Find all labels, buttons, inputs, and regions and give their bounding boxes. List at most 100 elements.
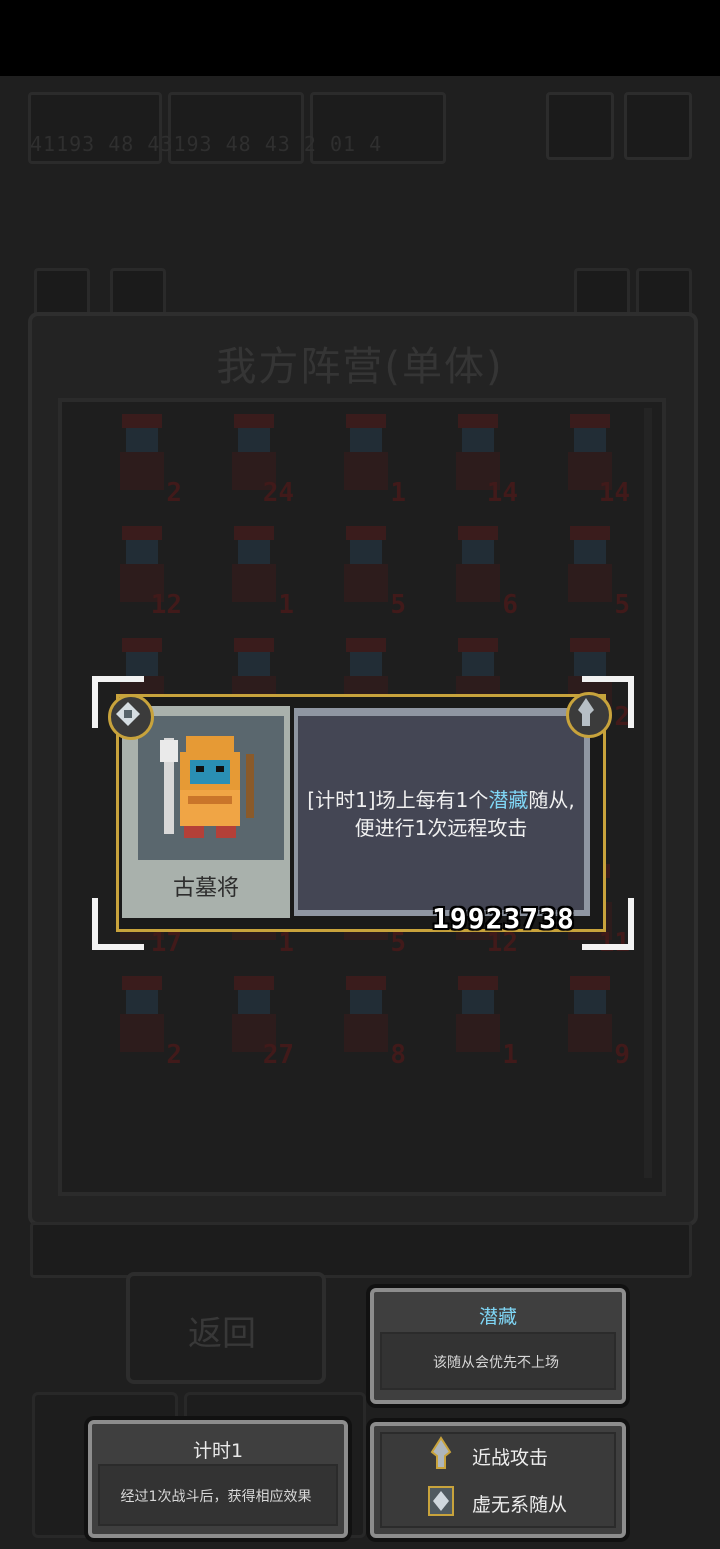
unit-body (120, 1014, 164, 1052)
unit-hat (234, 638, 274, 652)
unit-head (126, 428, 158, 452)
unit-count: 14 (486, 478, 518, 508)
unit-hat (458, 414, 498, 428)
unit-count: 5 (614, 590, 630, 620)
card-unit-name: 古墓将 (172, 876, 239, 901)
unit-hat (122, 526, 162, 540)
unit-count: 2 (166, 478, 182, 508)
filter-button-1[interactable] (34, 268, 90, 318)
unit-body (344, 1014, 388, 1052)
unit-head (462, 990, 494, 1014)
unit-count: 6 (502, 590, 518, 620)
camp-bottom-strip (30, 1222, 692, 1278)
unit-count: 1 (278, 590, 294, 620)
unit-hat (570, 414, 610, 428)
unit-hat (346, 638, 386, 652)
unit-head (462, 540, 494, 564)
unit-slot[interactable]: 14 (550, 408, 630, 508)
unit-slot[interactable]: 9 (550, 970, 630, 1070)
unit-hat (570, 976, 610, 990)
unit-slot[interactable]: 5 (326, 520, 406, 620)
unit-count: 14 (598, 478, 630, 508)
unit-head (238, 990, 270, 1014)
unit-body (344, 452, 388, 490)
unit-hat (458, 976, 498, 990)
unit-head (126, 540, 158, 564)
unit-body (568, 1014, 612, 1052)
unit-slot[interactable]: 2 (102, 408, 182, 508)
unit-hat (570, 638, 610, 652)
unit-body (456, 1014, 500, 1052)
unit-head (574, 990, 606, 1014)
unit-body (344, 564, 388, 602)
timer-tooltip-desc: 经过1次战斗后，获得相应效果 (120, 1489, 312, 1505)
tag-label-melee: 近战攻击 (472, 1447, 549, 1469)
unit-body (456, 564, 500, 602)
card-power: 19923738 (432, 902, 575, 935)
dagger-icon (430, 1436, 452, 1469)
unit-head (574, 652, 606, 676)
unit-hat (122, 638, 162, 652)
unit-slot[interactable]: 12 (102, 520, 182, 620)
desc-text-1: [计时1]场上每有1个 (307, 788, 489, 812)
unit-slot[interactable]: 1 (326, 408, 406, 508)
void-badge-icon (116, 702, 140, 726)
unit-slot[interactable]: 8 (326, 970, 406, 1070)
filter-button-4[interactable] (636, 268, 692, 318)
unit-head (350, 652, 382, 676)
unit-hat (346, 414, 386, 428)
unit-slot[interactable]: 2 (102, 970, 182, 1070)
hud-stats: 41193 48 43193 48 43 2 01 4 (30, 132, 383, 156)
void-icon (428, 1486, 454, 1516)
unit-hat (234, 976, 274, 990)
unit-hat (458, 526, 498, 540)
unit-hat (234, 526, 274, 540)
unit-head (350, 990, 382, 1014)
timer-tooltip-title: 计时1 (192, 1440, 244, 1462)
melee-badge-icon (578, 698, 594, 726)
unit-hat (458, 638, 498, 652)
unit-head (350, 540, 382, 564)
tomb-general-portrait (160, 736, 254, 838)
hud-button-left[interactable] (546, 92, 614, 160)
unit-slot[interactable]: 14 (438, 408, 518, 508)
unit-count: 12 (150, 590, 182, 620)
stealth-tooltip-desc: 该随从会优先不上场 (433, 1355, 559, 1371)
unit-head (462, 652, 494, 676)
unit-count: 1 (390, 478, 406, 508)
desc-keyword-stealth: 潜藏 (488, 788, 529, 812)
unit-count: 9 (614, 1040, 630, 1070)
unit-count: 5 (390, 928, 406, 958)
unit-slot[interactable]: 6 (438, 520, 518, 620)
unit-count: 17 (150, 928, 182, 958)
unit-count: 27 (262, 1040, 294, 1070)
unit-count: 1 (502, 1040, 518, 1070)
unit-slot[interactable]: 5 (550, 520, 630, 620)
unit-hat (234, 414, 274, 428)
unit-slot[interactable]: 1 (214, 520, 294, 620)
unit-hat (122, 976, 162, 990)
unit-body (568, 564, 612, 602)
back-button-label: 返回 (188, 1314, 256, 1354)
grid-scrollbar[interactable] (644, 408, 652, 1178)
unit-hat (570, 526, 610, 540)
camp-title: 我方阵营(单体) (216, 344, 504, 390)
unit-head (574, 540, 606, 564)
hud-button-right[interactable] (624, 92, 692, 160)
unit-body (120, 452, 164, 490)
unit-count: 24 (262, 478, 294, 508)
unit-slot[interactable]: 27 (214, 970, 294, 1070)
unit-head (238, 652, 270, 676)
unit-slot[interactable]: 24 (214, 408, 294, 508)
unit-hat (346, 976, 386, 990)
unit-hat (122, 414, 162, 428)
unit-count: 8 (390, 1040, 406, 1070)
filter-button-3[interactable] (574, 268, 630, 318)
unit-count: 5 (390, 590, 406, 620)
unit-count: 2 (166, 1040, 182, 1070)
unit-head (350, 428, 382, 452)
tag-label-void: 虚无系随从 (472, 1494, 568, 1516)
unit-head (462, 428, 494, 452)
filter-button-2[interactable] (110, 268, 166, 318)
unit-slot[interactable]: 1 (438, 970, 518, 1070)
